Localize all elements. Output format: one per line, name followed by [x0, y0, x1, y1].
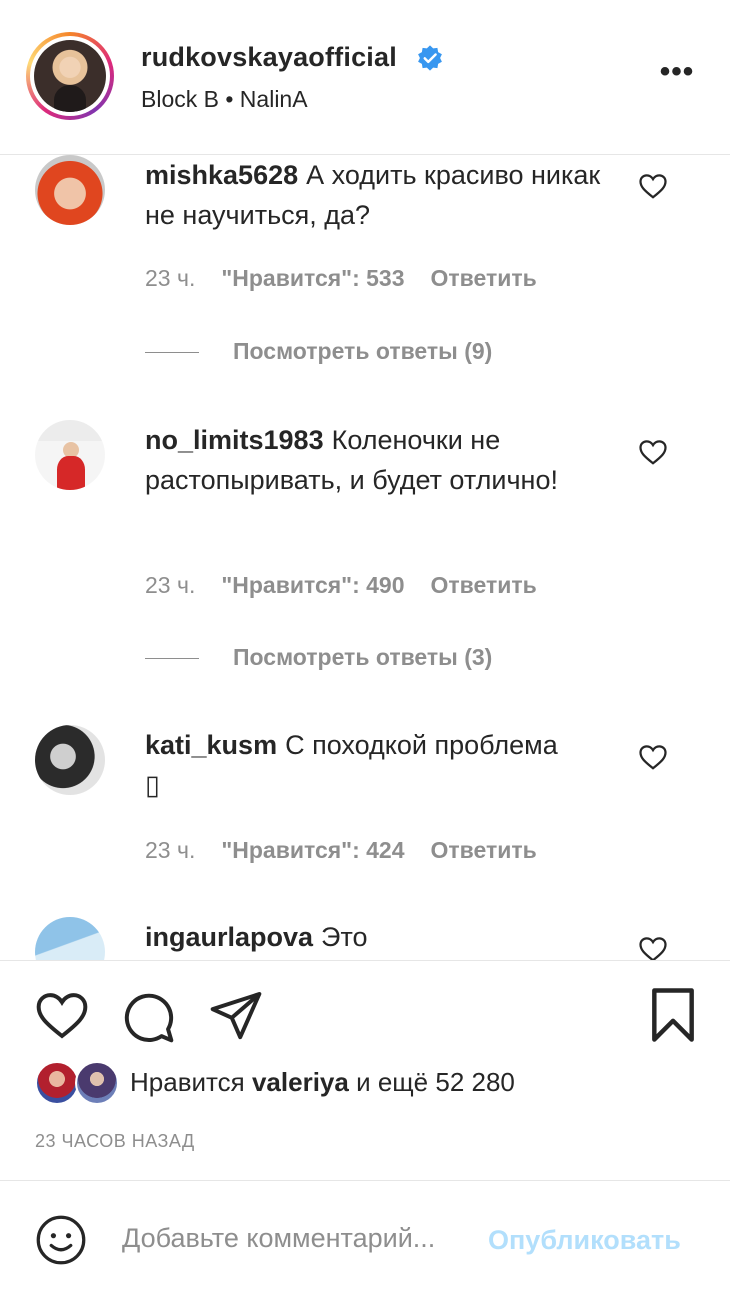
- reply-button[interactable]: Ответить: [431, 837, 537, 863]
- view-replies-button[interactable]: Посмотреть ответы (9): [145, 338, 492, 365]
- comment-text: kati_kusm С походкой проблема ▯: [145, 725, 615, 805]
- comment-body: С походкой проблема: [285, 730, 558, 760]
- comment-text: no_limits1983 Коленочки не растопыривать,…: [145, 420, 615, 500]
- comment-username[interactable]: no_limits1983: [145, 425, 324, 455]
- reply-button[interactable]: Ответить: [431, 572, 537, 598]
- author-avatar[interactable]: [26, 32, 114, 120]
- comment-likes[interactable]: "Нравится": 533: [221, 265, 404, 291]
- comment-time: 23 ч.: [145, 837, 196, 863]
- post-header: rudkovskayaofficial Block B • NalinA •••: [0, 0, 730, 155]
- comment-likes[interactable]: "Нравится": 424: [221, 837, 404, 863]
- send-icon[interactable]: [208, 987, 264, 1043]
- comment-meta: 23 ч. "Нравится": 533 Ответить: [145, 265, 563, 292]
- comment-username[interactable]: kati_kusm: [145, 730, 277, 760]
- view-replies-button[interactable]: Посмотреть ответы (3): [145, 644, 492, 671]
- commenter-avatar[interactable]: [35, 917, 105, 960]
- commenter-avatar[interactable]: [35, 725, 105, 795]
- verified-badge-icon: [418, 45, 442, 71]
- comment-time: 23 ч.: [145, 572, 196, 598]
- comment-time: 23 ч.: [145, 265, 196, 291]
- comment-input[interactable]: [122, 1223, 482, 1254]
- comment-emoji: ▯: [145, 770, 160, 800]
- liker-avatar: [75, 1061, 119, 1105]
- comment-likes[interactable]: "Нравится": 490: [221, 572, 404, 598]
- comment-meta: 23 ч. "Нравится": 424 Ответить: [145, 837, 563, 864]
- comment-text: ingaurlapova Это: [145, 917, 615, 957]
- author-username[interactable]: rudkovskayaofficial: [141, 42, 397, 73]
- add-comment-bar: Опубликовать: [0, 1180, 730, 1291]
- commenter-avatar[interactable]: [35, 420, 105, 490]
- bookmark-icon[interactable]: [648, 987, 698, 1043]
- comments-list[interactable]: mishka5628 А ходить красиво никак не науч…: [0, 155, 730, 960]
- likes-summary: Нравится valeriya и ещё 52 280: [130, 1067, 515, 1097]
- publish-button[interactable]: Опубликовать: [488, 1225, 681, 1256]
- comment-username[interactable]: ingaurlapova: [145, 922, 313, 952]
- post-actions: Нравится valeriya и ещё 52 280 23 ЧАСОВ …: [0, 960, 730, 1180]
- comment-meta: 23 ч. "Нравится": 490 Ответить: [145, 572, 563, 599]
- reply-button[interactable]: Ответить: [431, 265, 537, 291]
- more-options-icon[interactable]: •••: [656, 57, 698, 90]
- liker-avatar: [35, 1061, 79, 1105]
- smiley-icon[interactable]: [35, 1214, 87, 1266]
- comment-text: mishka5628 А ходить красиво никак не науч…: [145, 155, 615, 235]
- comment-username[interactable]: mishka5628: [145, 160, 298, 190]
- comment-body: Это: [321, 922, 368, 952]
- post-location[interactable]: Block B • NalinA: [141, 86, 308, 113]
- commenter-avatar[interactable]: [35, 155, 105, 225]
- comment-bubble-icon[interactable]: [120, 989, 176, 1045]
- heart-icon[interactable]: [34, 989, 90, 1041]
- heart-icon[interactable]: [638, 438, 668, 466]
- post-timestamp: 23 ЧАСОВ НАЗАД: [35, 1131, 195, 1151]
- heart-icon[interactable]: [638, 935, 668, 960]
- liker-username[interactable]: valeriya: [252, 1067, 349, 1097]
- heart-icon[interactable]: [638, 743, 668, 771]
- heart-icon[interactable]: [638, 172, 668, 200]
